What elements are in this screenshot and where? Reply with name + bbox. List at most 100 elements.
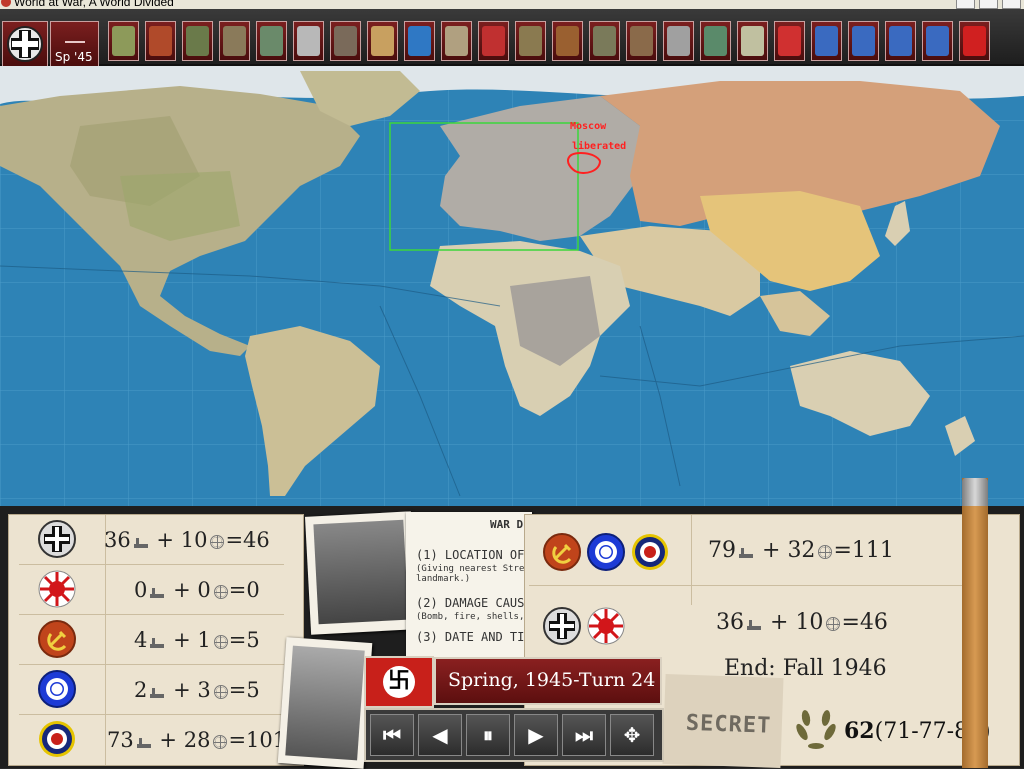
orders-icon	[815, 26, 838, 56]
troops-icon	[593, 26, 616, 56]
income-values: 73 + 28 =101	[107, 728, 287, 752]
fortification-icon	[260, 26, 283, 56]
status-panel: 36 + 10 =46 0 + 0 =0 4 + 1 =5 2 + 3 =5 7…	[0, 506, 1024, 769]
railroad-button[interactable]	[626, 21, 657, 61]
germany-icon	[543, 607, 581, 645]
factory-icon	[150, 638, 165, 648]
transfer-button[interactable]	[885, 21, 916, 61]
map-annotation-moscow: Moscow	[570, 121, 607, 132]
fortification-button[interactable]	[256, 21, 287, 61]
war-photograph	[304, 511, 418, 635]
rewind-button[interactable]	[774, 21, 805, 61]
factory-icon	[133, 538, 148, 548]
chess-knight-button[interactable]	[663, 21, 694, 61]
orders-list-button[interactable]	[848, 21, 879, 61]
germany-icon	[38, 520, 76, 558]
first-turn-button[interactable]: ⏮	[370, 714, 414, 756]
globe-icon	[213, 735, 228, 749]
end-turn-icon	[963, 26, 986, 56]
factory-button[interactable]	[330, 21, 361, 61]
season-banner: 卐 Spring, 1945-Turn 24	[364, 656, 664, 708]
world-map-graphic	[0, 66, 1024, 506]
end-turn-button[interactable]	[959, 21, 990, 61]
research-button[interactable]	[367, 21, 398, 61]
strategic-bombing-button[interactable]	[145, 21, 176, 61]
reports-icon	[445, 26, 468, 56]
grid-overlay-icon	[704, 26, 727, 56]
divider	[105, 665, 106, 715]
income-row-britain: 73 + 28 =101	[9, 715, 305, 765]
map-annotation-liberated: liberated	[572, 141, 627, 152]
pencil-decoration	[962, 478, 988, 768]
tanks-icon	[519, 26, 542, 56]
tanks-button[interactable]	[515, 21, 546, 61]
factory-icon	[334, 26, 357, 56]
main-toolbar: Sp '45	[0, 9, 1024, 67]
factory-photograph	[277, 637, 373, 769]
transfer-icon	[889, 26, 912, 56]
income-row-ussr: 4 + 1 =5	[9, 615, 305, 665]
laurel-wreath-icon	[792, 702, 840, 752]
save-button[interactable]	[922, 21, 953, 61]
world-flag-button[interactable]	[478, 21, 509, 61]
season-plate: Spring, 1945-Turn 24	[434, 657, 662, 705]
diplomacy-globe-button[interactable]	[404, 21, 435, 61]
hammer-sickle-icon	[38, 620, 76, 658]
close-window-button[interactable]	[1002, 0, 1021, 9]
save-icon	[926, 26, 949, 56]
nazi-flag-icon: 卐	[364, 656, 434, 708]
maximize-button[interactable]	[979, 0, 998, 9]
globe-icon	[210, 535, 225, 549]
troops-button[interactable]	[589, 21, 620, 61]
world-map[interactable]: Moscow liberated	[0, 66, 1024, 506]
rewind-icon	[778, 26, 801, 56]
factory-icon	[136, 738, 151, 748]
pause-button[interactable]: ⏸	[466, 714, 510, 756]
income-values: 36 + 10 =46	[104, 528, 270, 552]
globe-icon	[213, 585, 228, 599]
globe-icon	[826, 617, 841, 631]
axis-income: 36 + 10 =46	[716, 610, 888, 635]
divider	[105, 565, 106, 615]
resources-icon	[556, 26, 579, 56]
turn-indicator[interactable]: Sp '45	[50, 21, 99, 67]
map-view-icon	[112, 26, 135, 56]
allies-income: 79 + 32 =111	[708, 538, 894, 563]
china-sun-icon	[38, 670, 76, 708]
chess-knight-icon	[667, 26, 690, 56]
turn-label: Sp '45	[55, 50, 93, 64]
factory-icon	[747, 620, 761, 630]
previous-turn-button[interactable]: ◀	[418, 714, 462, 756]
divider	[105, 615, 106, 665]
reports-button[interactable]	[441, 21, 472, 61]
production-button[interactable]	[293, 21, 324, 61]
raf-roundel-icon	[631, 533, 669, 571]
last-turn-button[interactable]: ⏭	[562, 714, 606, 756]
orders-button[interactable]	[811, 21, 842, 61]
germany-faction-button[interactable]	[2, 21, 48, 67]
divider	[691, 515, 692, 605]
infantry-icon	[186, 26, 209, 56]
resources-button[interactable]	[552, 21, 583, 61]
infantry-button[interactable]	[182, 21, 213, 61]
factory-icon	[150, 688, 165, 698]
secret-document: SECRET	[662, 673, 784, 769]
minimize-button[interactable]	[956, 0, 975, 9]
armor-button[interactable]	[219, 21, 250, 61]
crown-icon	[65, 25, 85, 43]
play-button[interactable]: ▶	[514, 714, 558, 756]
playback-controls: ⏮ ◀ ⏸ ▶ ⏭ ✥	[364, 708, 664, 762]
income-values: 0 + 0 =0	[134, 578, 260, 602]
china-sun-icon	[587, 533, 625, 571]
map-view-button[interactable]	[108, 21, 139, 61]
globe-icon	[213, 685, 228, 699]
move-icon[interactable]: ✥	[610, 714, 654, 756]
armor-icon	[223, 26, 246, 56]
window-title: World at War, A World Divided	[14, 0, 174, 9]
income-row-japan: 0 + 0 =0	[9, 565, 305, 615]
grid-view-button[interactable]	[737, 21, 768, 61]
japan-rising-sun-icon	[587, 607, 625, 645]
production-icon	[297, 26, 320, 56]
raf-roundel-icon	[38, 720, 76, 758]
grid-overlay-button[interactable]	[700, 21, 731, 61]
